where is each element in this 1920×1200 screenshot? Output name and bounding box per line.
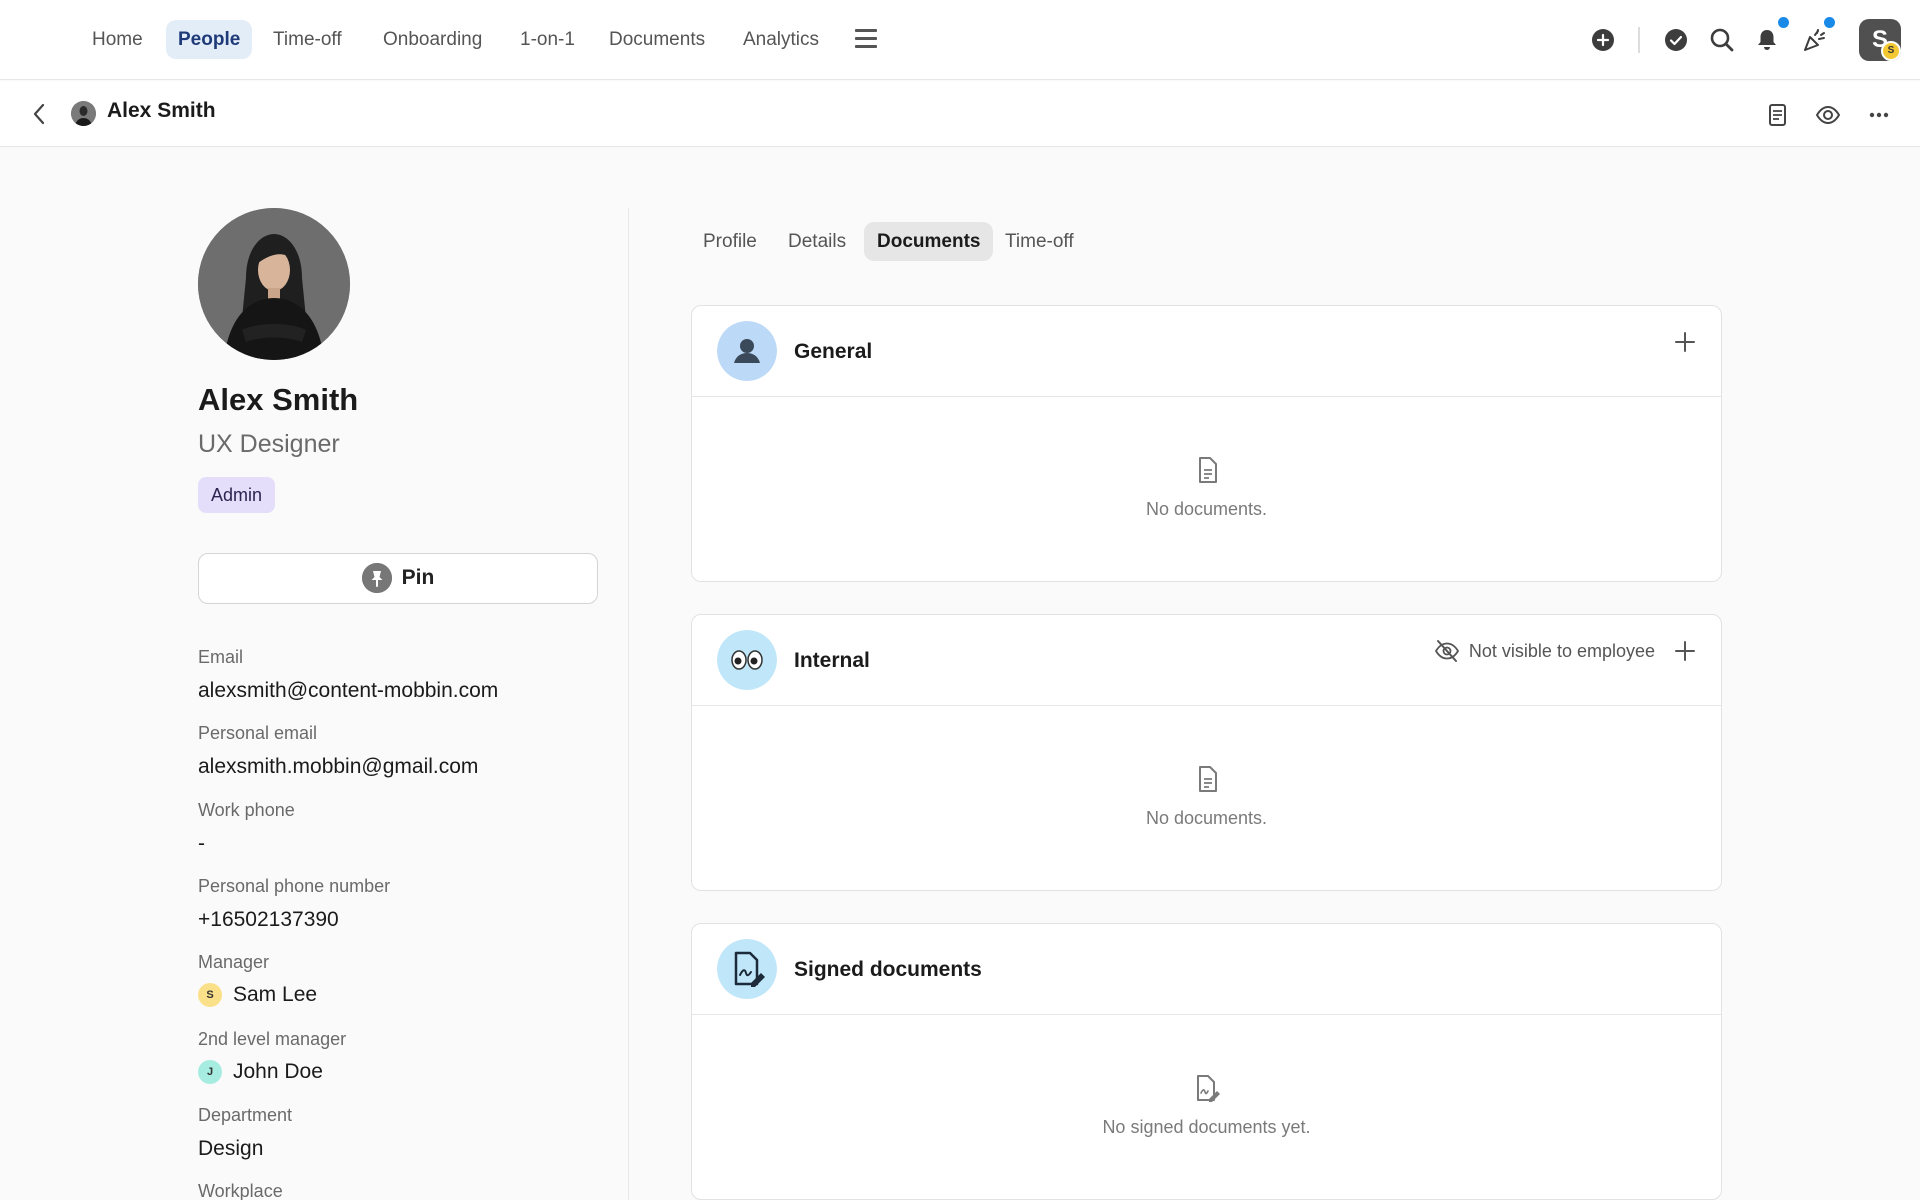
- nav-home[interactable]: Home: [80, 20, 155, 59]
- second-manager-avatar: J: [198, 1060, 222, 1084]
- document-icon: [1198, 457, 1217, 483]
- manager-label: Manager: [198, 952, 270, 972]
- card-header: General: [692, 306, 1721, 397]
- tab-profile[interactable]: Profile: [690, 222, 770, 261]
- work-phone-label: Work phone: [198, 800, 295, 820]
- pin-button[interactable]: Pin: [198, 553, 598, 604]
- personal-email-label: Personal email: [198, 723, 318, 743]
- search-icon[interactable]: [1707, 25, 1737, 55]
- signed-document-icon: [1196, 1075, 1220, 1102]
- card-title: Signed documents: [794, 958, 982, 981]
- nav-analytics[interactable]: Analytics: [731, 20, 831, 59]
- nav-1-on-1[interactable]: 1-on-1: [508, 20, 587, 59]
- preview-eye-icon[interactable]: [1814, 101, 1842, 129]
- card-header: Signed documents: [692, 924, 1721, 1015]
- work-phone-value: -: [198, 832, 205, 855]
- email-label: Email: [198, 647, 244, 667]
- notification-dot: [1778, 17, 1789, 28]
- email-value: alexsmith@content-mobbin.com: [198, 679, 499, 702]
- tab-documents[interactable]: Documents: [864, 222, 994, 261]
- employee-role: UX Designer: [198, 430, 340, 458]
- second-manager-name: John Doe: [233, 1060, 323, 1083]
- department-label: Department: [198, 1105, 293, 1125]
- toolbar-divider: [1638, 27, 1640, 53]
- card-title: General: [794, 340, 873, 363]
- workplace-label: Workplace: [198, 1181, 283, 1200]
- person-icon: [717, 321, 777, 381]
- add-icon[interactable]: [1588, 25, 1618, 55]
- more-options-icon[interactable]: [1865, 101, 1893, 129]
- column-divider: [628, 208, 629, 1200]
- tab-time-off[interactable]: Time-off: [992, 222, 1087, 261]
- visibility-notice: Not visible to employee: [1434, 638, 1655, 664]
- document-icon: [1198, 766, 1217, 792]
- personal-phone-label: Personal phone number: [198, 876, 391, 896]
- page-title: Alex Smith: [107, 99, 216, 122]
- add-document-icon[interactable]: [1673, 639, 1697, 663]
- card-header: Internal Not visible to employee: [692, 615, 1721, 706]
- notifications-bell-icon[interactable]: [1752, 25, 1782, 55]
- pin-icon: [361, 563, 392, 593]
- empty-state: No signed documents yet.: [692, 1074, 1721, 1138]
- profile-photo: [198, 208, 350, 360]
- manager-link[interactable]: S Sam Lee: [198, 983, 317, 1007]
- page-header: Alex Smith: [0, 81, 1920, 147]
- nav-people[interactable]: People: [166, 20, 253, 59]
- tasks-check-icon[interactable]: [1661, 25, 1691, 55]
- signed-document-icon: [717, 939, 777, 999]
- celebration-dot: [1824, 17, 1835, 28]
- pin-label: Pin: [401, 566, 435, 589]
- user-sub-avatar: S: [1881, 41, 1901, 61]
- card-title: Internal: [794, 649, 870, 672]
- nav-onboarding[interactable]: Onboarding: [371, 20, 494, 59]
- empty-text: No documents.: [1145, 499, 1268, 519]
- personal-phone-value: +16502137390: [198, 908, 339, 931]
- nav-documents[interactable]: Documents: [597, 20, 717, 59]
- employee-avatar-small: [71, 101, 96, 126]
- internal-documents-card: Internal Not visible to employee No docu…: [691, 614, 1722, 891]
- eyes-icon: [717, 630, 777, 690]
- add-document-icon[interactable]: [1673, 330, 1697, 354]
- empty-state: No documents.: [692, 765, 1721, 829]
- role-badge: Admin: [198, 477, 276, 513]
- tab-details[interactable]: Details: [775, 222, 859, 261]
- second-manager-link[interactable]: J John Doe: [198, 1060, 323, 1084]
- general-documents-card: General No documents.: [691, 305, 1722, 582]
- manager-name: Sam Lee: [233, 983, 318, 1006]
- employee-name: Alex Smith: [198, 382, 359, 417]
- visibility-notice-text: Not visible to employee: [1468, 640, 1655, 661]
- empty-state: No documents.: [692, 456, 1721, 520]
- document-icon[interactable]: [1763, 101, 1791, 129]
- top-navigation: Home People Time-off Onboarding 1-on-1 D…: [0, 0, 1920, 80]
- more-menu-icon[interactable]: [855, 29, 877, 49]
- second-manager-label: 2nd level manager: [198, 1029, 347, 1049]
- department-value: Design: [198, 1137, 264, 1160]
- personal-email-value: alexsmith.mobbin@gmail.com: [198, 755, 479, 778]
- nav-time-off[interactable]: Time-off: [261, 20, 354, 59]
- manager-avatar: S: [198, 983, 222, 1007]
- celebration-icon[interactable]: [1799, 25, 1829, 55]
- signed-documents-card: Signed documents No signed documents yet…: [691, 923, 1722, 1200]
- eye-off-icon: [1434, 640, 1459, 662]
- empty-text: No documents.: [1145, 808, 1268, 828]
- back-arrow-icon[interactable]: [28, 101, 52, 127]
- empty-text: No signed documents yet.: [1102, 1117, 1311, 1137]
